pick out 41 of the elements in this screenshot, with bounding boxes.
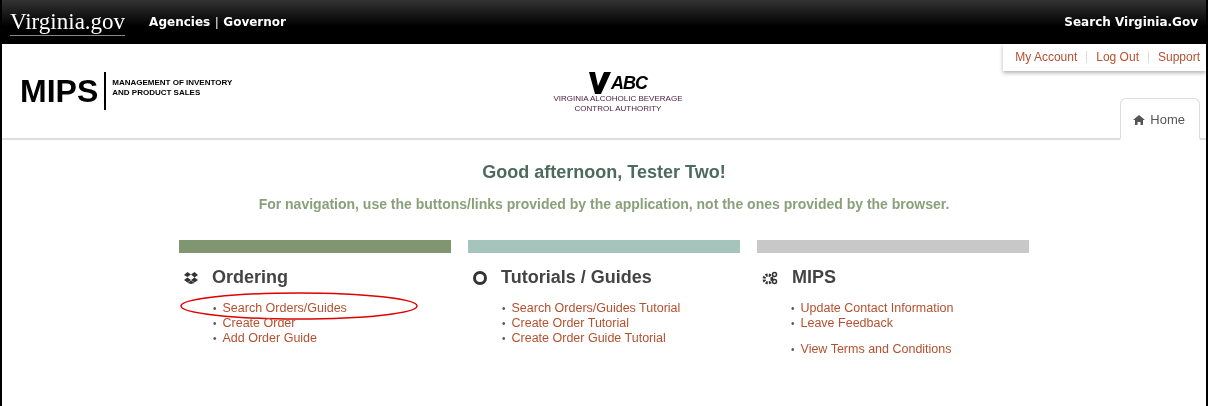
account-link[interactable]: Support (1157, 50, 1200, 64)
bullet: • (213, 332, 217, 346)
home-tab[interactable]: Home (1120, 98, 1200, 140)
separator: | (215, 15, 219, 29)
bullet: • (502, 302, 506, 316)
navigation-notice: For navigation, use the buttons/links provided by the application, not the ones provided by the browser. (258, 196, 950, 212)
bullet: • (791, 302, 795, 316)
menu-link[interactable]: Search Orders/Guides (222, 301, 347, 316)
menu-link[interactable]: Create Order Tutorial (511, 316, 629, 331)
account-link[interactable]: My Account (1015, 50, 1078, 64)
app-subtitle: MANAGEMENT OF INVENTORY AND PRODUCT SALES (112, 78, 233, 98)
account-link[interactable]: Log Out (1096, 50, 1139, 64)
agency-logo: ABC (611, 73, 647, 94)
search-link[interactable]: Search Virginia.Gov (1064, 15, 1198, 29)
section-title: Ordering (212, 267, 288, 288)
top-link[interactable]: Governor (223, 15, 286, 29)
dropbox-icon (184, 271, 198, 284)
bullet: • (791, 343, 795, 357)
menu-link[interactable]: Search Orders/Guides Tutorial (511, 301, 681, 316)
menu-link[interactable]: Create Order (222, 316, 296, 331)
agency-name: VIRGINIA ALCOHOLIC BEVERAGE CONTROL AUTHORITY (553, 94, 683, 114)
greeting: Good afternoon, Tester Two! (482, 162, 726, 183)
menu-link[interactable]: View Terms and Conditions (800, 342, 952, 357)
bullet: • (502, 332, 506, 346)
logo-mark-icon (589, 72, 611, 94)
menu-link[interactable]: Leave Feedback (800, 316, 893, 331)
menu-link[interactable]: Create Order Guide Tutorial (511, 331, 666, 346)
lifebuoy-icon (473, 270, 487, 285)
menu-link[interactable]: Add Order Guide (222, 331, 317, 346)
home-icon (1133, 114, 1146, 125)
bullet: • (502, 317, 506, 331)
bullet: • (213, 302, 217, 316)
section-title: Tutorials / Guides (501, 267, 652, 288)
gears-icon (762, 270, 778, 285)
top-link[interactable]: Agencies (149, 15, 211, 29)
menu-link[interactable]: Update Contact Information (800, 301, 954, 316)
bullet: • (791, 317, 795, 331)
bullet: • (213, 317, 217, 331)
section-title: MIPS (792, 267, 836, 288)
site-logo[interactable]: Virginia.gov (10, 8, 126, 36)
app-name: MIPS (20, 72, 107, 110)
